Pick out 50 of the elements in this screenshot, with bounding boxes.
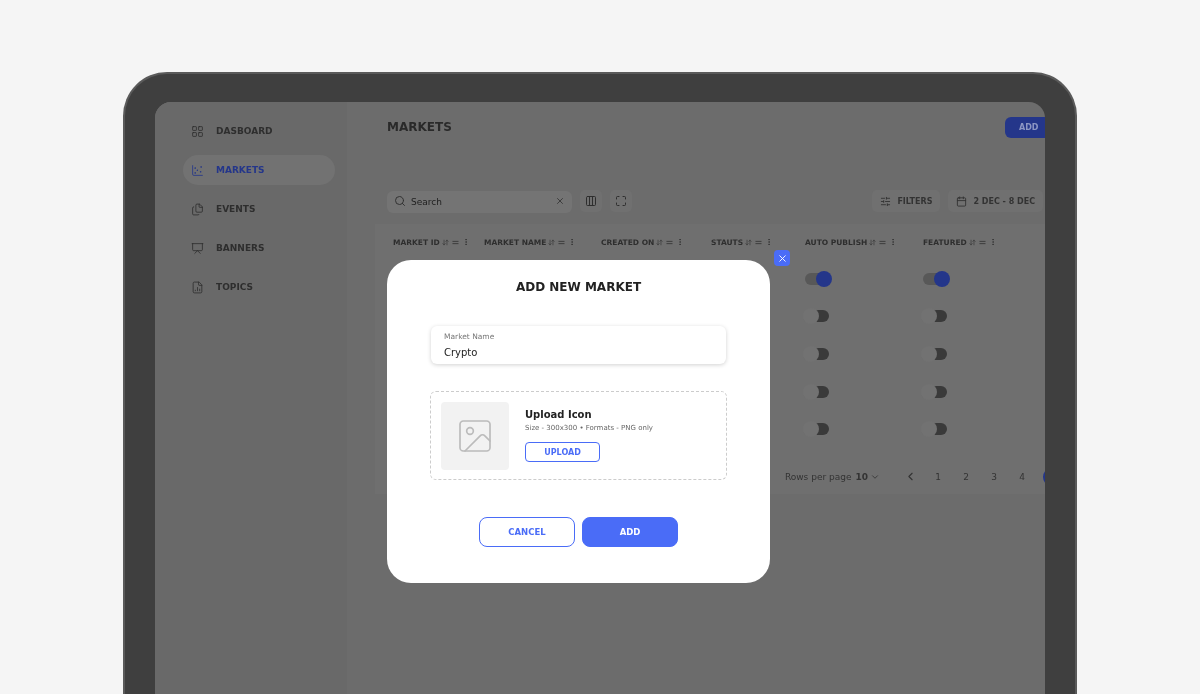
columns-button[interactable] <box>580 190 602 212</box>
calendar-icon <box>956 195 968 207</box>
search-icon <box>394 195 406 207</box>
upload-title: Upload Icon <box>525 409 592 420</box>
sidebar-item[interactable]: BANNERS <box>183 233 335 263</box>
modal-title: ADD NEW MARKET <box>515 280 642 294</box>
toggle-switch[interactable] <box>805 272 829 285</box>
toggle-switch[interactable] <box>923 310 947 323</box>
search-field[interactable]: Search <box>387 191 572 213</box>
toggle-switch[interactable] <box>805 348 829 360</box>
fullscreen-icon <box>615 195 627 207</box>
clear-icon[interactable] <box>555 196 565 206</box>
nav-icon <box>191 124 204 138</box>
sidebar-item[interactable]: EVENTS <box>183 194 335 224</box>
toggle-switch[interactable] <box>923 385 947 398</box>
close-icon <box>776 252 788 264</box>
cancel-button[interactable]: CANCEL <box>479 517 575 547</box>
sidebar-item[interactable]: MARKETS <box>183 155 335 185</box>
toggle-switch[interactable] <box>923 423 947 436</box>
toggle-switch[interactable] <box>923 348 947 360</box>
upload-button[interactable]: UPLOAD <box>525 442 600 462</box>
page-title: MARKETS <box>387 120 452 134</box>
toggle-switch[interactable] <box>805 385 829 398</box>
sort-icon[interactable] <box>968 238 976 246</box>
columns-icon <box>585 195 597 207</box>
toggle-switch[interactable] <box>805 423 829 436</box>
sort-icon[interactable] <box>656 238 664 246</box>
add-button[interactable]: ADD <box>582 517 678 547</box>
sidebar-item[interactable]: DASBOARD <box>183 116 335 146</box>
sort-icon[interactable] <box>745 238 753 246</box>
sort-icon[interactable] <box>548 238 556 246</box>
nav-icon <box>191 202 204 216</box>
sidebar-item[interactable]: TOPICS <box>183 272 335 302</box>
close-button[interactable] <box>774 250 790 266</box>
nav-icon <box>191 163 204 177</box>
fullscreen-button[interactable] <box>610 190 632 212</box>
page-number[interactable]: 3 <box>987 471 1001 482</box>
toggle-switch[interactable] <box>923 272 947 285</box>
sliders-icon <box>880 195 892 207</box>
toggle-switch[interactable] <box>805 310 829 323</box>
page-number[interactable]: 2 <box>959 471 973 482</box>
add-button[interactable]: ADD <box>1005 116 1045 138</box>
sort-icon[interactable] <box>441 238 449 246</box>
sort-icon[interactable] <box>869 238 877 246</box>
page-number[interactable]: 1 <box>931 471 945 482</box>
nav-icon <box>191 280 204 294</box>
filters-button[interactable]: FILTERS <box>872 190 941 212</box>
date-range-button[interactable]: 2 DEC - 8 DEC <box>948 190 1043 212</box>
nav-icon <box>191 241 204 255</box>
rows-per-page-select[interactable]: 10 <box>855 471 880 482</box>
